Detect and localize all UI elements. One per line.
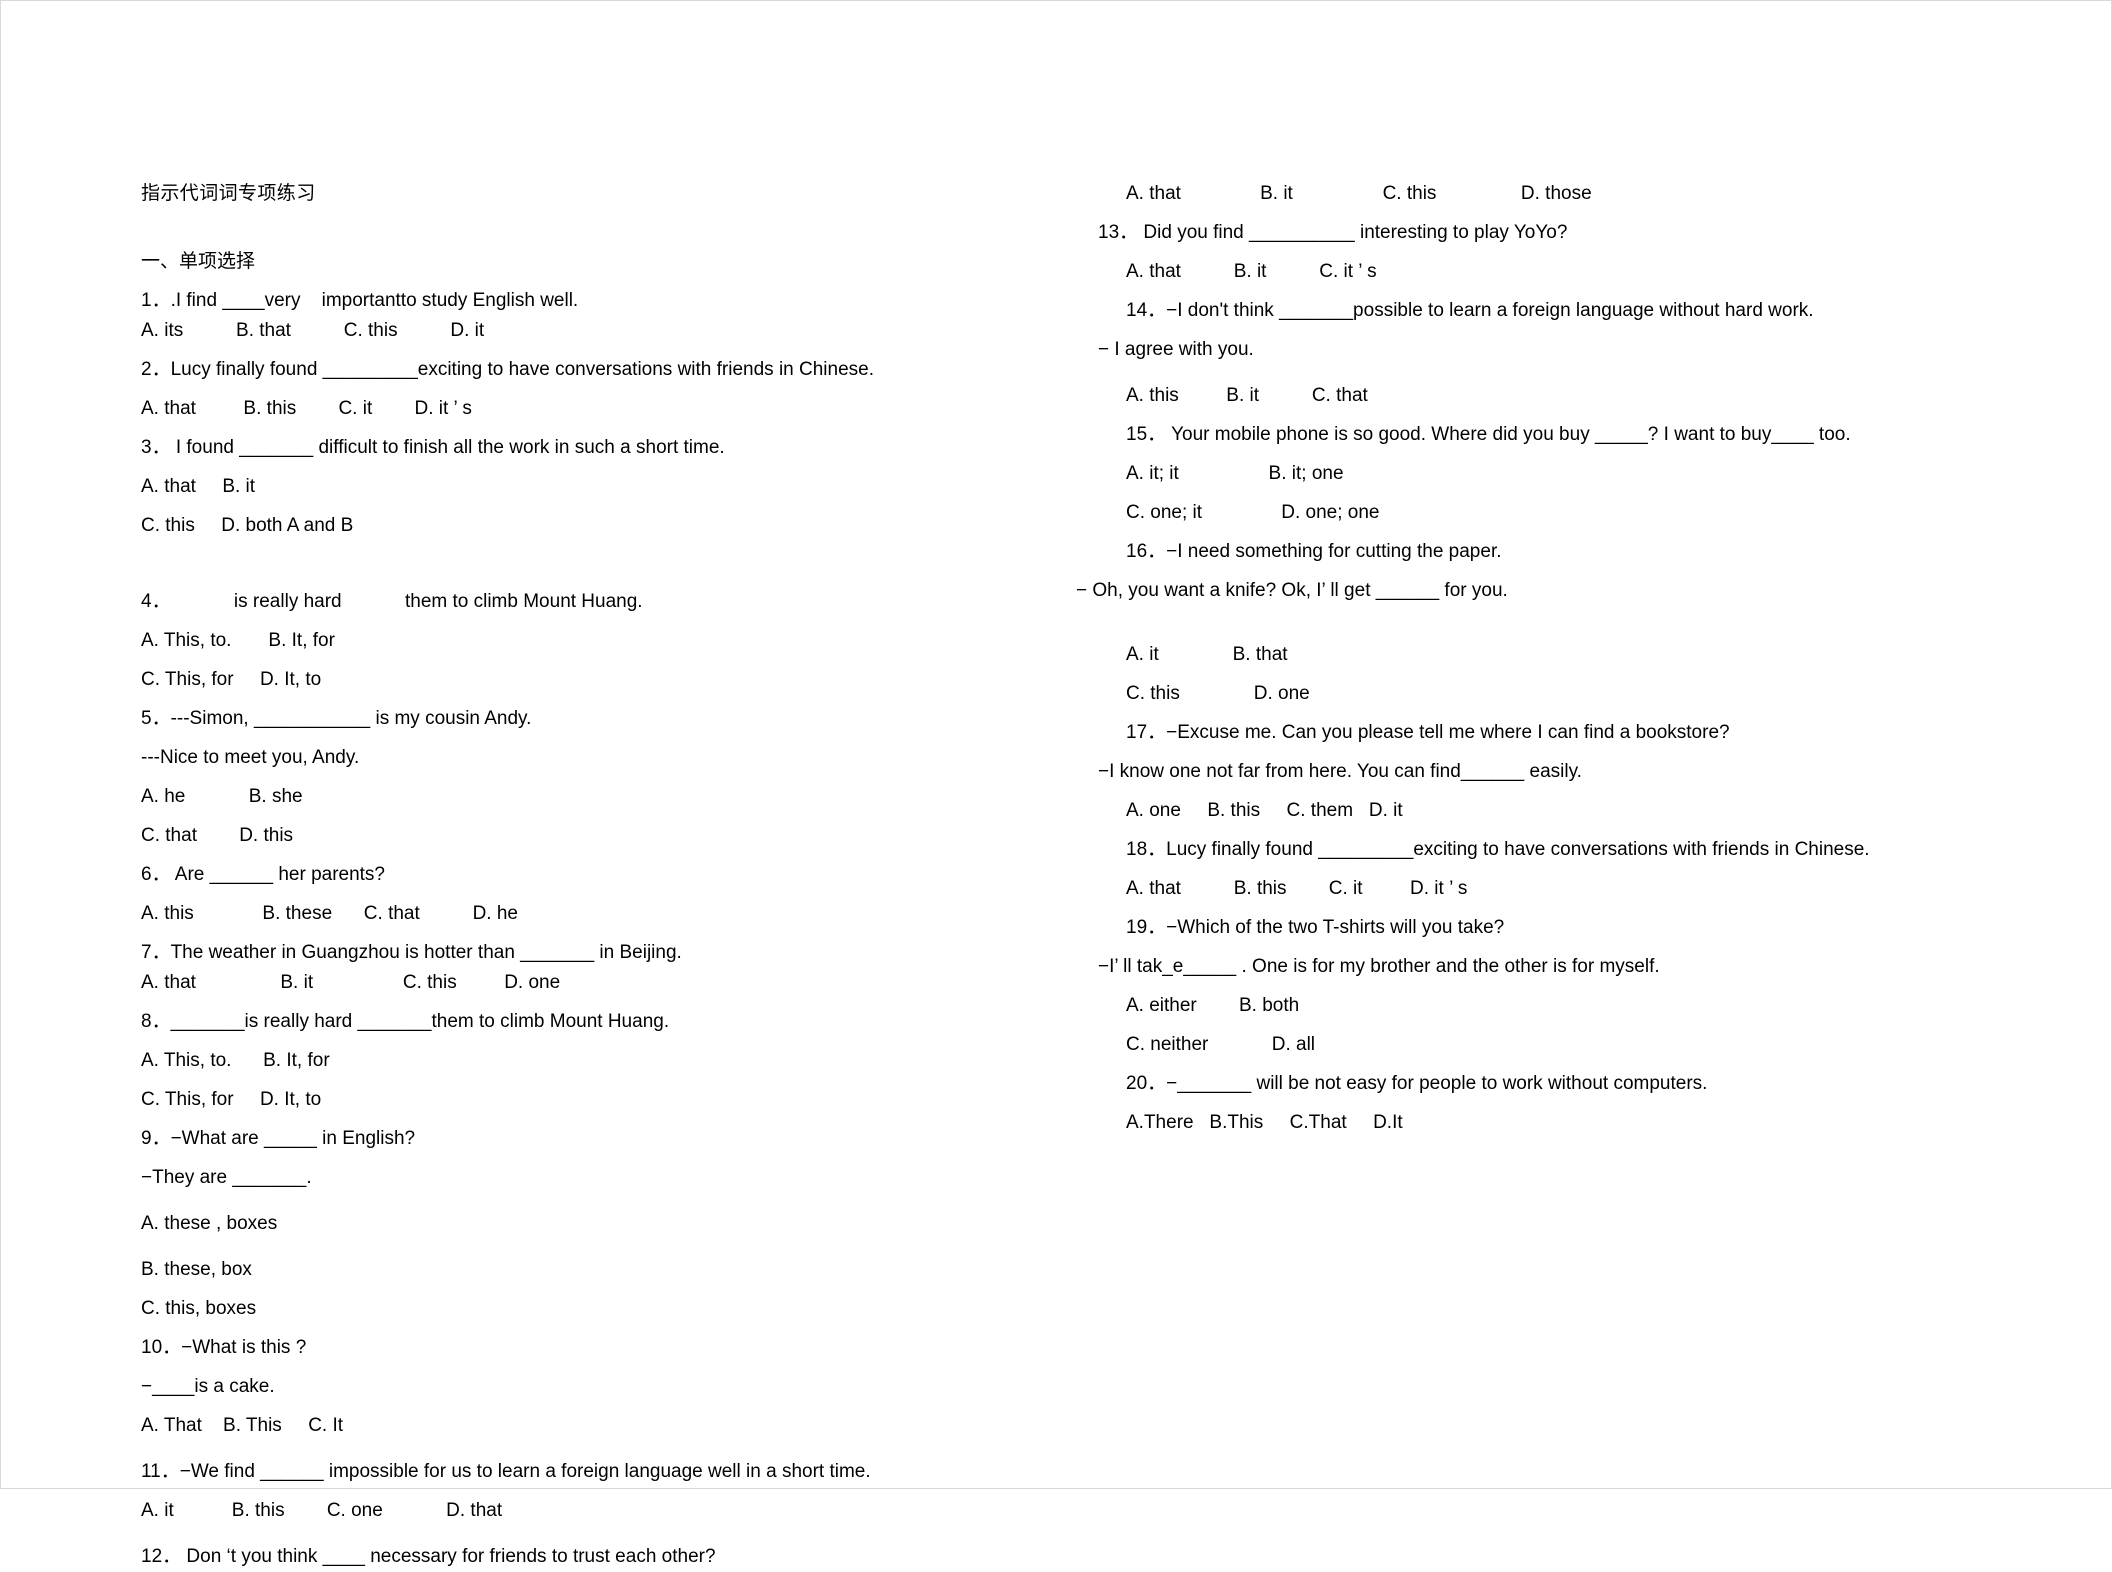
question-10-stem: 10．−What is this ? (141, 1337, 307, 1358)
question-20-options: A.There B.This C.That D.It (1126, 1112, 1403, 1133)
question-14-stem: 14．−I don't think _______possible to lea… (1126, 300, 1814, 321)
question-19-options-ab: A. either B. both (1126, 995, 1300, 1016)
question-18-options: A. that B. this C. it D. it ’ s (1126, 878, 1468, 899)
question-16-options-cd: C. this D. one (1126, 683, 1310, 704)
question-11-options: A. it B. this C. one D. that (141, 1500, 503, 1521)
left-column: 指示代词词专项练习 一、单项选择 1．.I find ____very impo… (141, 179, 951, 1572)
question-15-options-cd: C. one; it D. one; one (1126, 502, 1380, 523)
question-7-stem: 7．The weather in Guangzhou is hotter tha… (141, 942, 682, 963)
question-8-options-cd: C. This, for D. It, to (141, 1089, 322, 1110)
question-12-options: A. that B. it C. this D. those (1126, 183, 1592, 204)
question-19-reply: −I’ ll tak_e_____ . One is for my brothe… (1098, 956, 1660, 977)
question-14-options: A. this B. it C. that (1126, 385, 1368, 406)
question-9-option-b: B. these, box (141, 1259, 252, 1280)
question-10-options: A. That B. This C. It (141, 1415, 344, 1436)
worksheet-page: 指示代词词专项练习 一、单项选择 1．.I find ____very impo… (0, 0, 2112, 1567)
question-3-options-cd: C. this D. both A and B (141, 515, 354, 536)
question-4-options-cd: C. This, for D. It, to (141, 669, 322, 690)
question-4-options-ab: A. This, to. B. It, for (141, 630, 335, 651)
question-6-options: A. this B. these C. that D. he (141, 903, 518, 924)
question-19-options-cd: C. neither D. all (1126, 1034, 1316, 1055)
question-8-stem: 8．_______is really hard _______them to c… (141, 1011, 670, 1032)
question-9-option-c: C. this, boxes (141, 1298, 257, 1319)
question-2-stem: 2．Lucy finally found _________exciting t… (141, 359, 875, 380)
question-15-options-ab: A. it; it B. it; one (1126, 463, 1344, 484)
question-9-stem: 9．−What are _____ in English? (141, 1128, 416, 1149)
question-13-stem: 13． Did you find __________ interesting … (1098, 222, 1568, 243)
question-17-options: A. one B. this C. them D. it (1126, 800, 1403, 821)
question-16-options-ab: A. it B. that (1126, 644, 1288, 665)
question-5-stem: 5．---Simon, ___________ is my cousin And… (141, 708, 532, 729)
question-13-options: A. that B. it C. it ’ s (1126, 261, 1377, 282)
question-15-stem: 15． Your mobile phone is so good. Where … (1126, 424, 1851, 445)
question-3-stem: 3． I found _______ difficult to finish a… (141, 437, 725, 458)
question-6-stem: 6． Are ______ her parents? (141, 864, 386, 885)
question-11-stem: 11．−We find ______ impossible for us to … (141, 1461, 871, 1482)
question-14-reply: − I agree with you. (1098, 339, 1254, 360)
question-16-reply: − Oh, you want a knife? Ok, I’ ll get __… (1076, 580, 1508, 601)
question-3-options-ab: A. that B. it (141, 476, 256, 497)
question-5-options-cd: C. that D. this (141, 825, 294, 846)
section-heading: 一、单项选择 (141, 251, 256, 272)
question-17-reply: −I know one not far from here. You can f… (1098, 761, 1582, 782)
right-column: A. that B. it C. this D. those 13． Did y… (1076, 179, 1986, 1138)
question-9-reply: −They are _______. (141, 1167, 312, 1188)
question-5-options-ab: A. he B. she (141, 786, 303, 807)
question-10-reply: −____is a cake. (141, 1376, 275, 1397)
question-19-stem: 19．−Which of the two T-shirts will you t… (1126, 917, 1505, 938)
question-12-stem: 12． Don ‘t you think ____ necessary for … (141, 1546, 716, 1567)
question-16-stem: 16．−I need something for cutting the pap… (1126, 541, 1502, 562)
question-9-option-a: A. these , boxes (141, 1213, 278, 1234)
question-5-reply: ---Nice to meet you, Andy. (141, 747, 360, 768)
question-1-options: A. its B. that C. this D. it (141, 320, 485, 341)
question-20-stem: 20．−_______ will be not easy for people … (1126, 1073, 1708, 1094)
question-17-stem: 17．−Excuse me. Can you please tell me wh… (1126, 722, 1730, 743)
question-7-options: A. that B. it C. this D. one (141, 972, 561, 993)
question-4-stem: 4． is really hard them to climb Mount Hu… (141, 591, 643, 612)
question-8-options-ab: A. This, to. B. It, for (141, 1050, 330, 1071)
question-1-stem: 1．.I find ____very importantto study Eng… (141, 290, 579, 311)
page-title: 指示代词词专项练习 (141, 183, 316, 204)
question-2-options: A. that B. this C. it D. it ’ s (141, 398, 472, 419)
question-18-stem: 18．Lucy finally found _________exciting … (1126, 839, 1870, 860)
two-column-layout: 指示代词词专项练习 一、单项选择 1．.I find ____very impo… (1, 1, 2112, 1567)
